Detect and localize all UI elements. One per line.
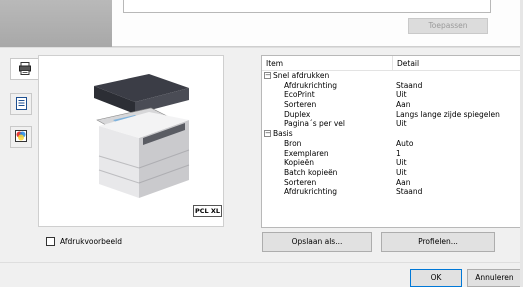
top-inner-box [123, 0, 491, 13]
checkbox-box[interactable] [46, 237, 55, 246]
header-item: Item [262, 56, 393, 70]
footer-separator [0, 262, 523, 263]
row-item: Batch kopieën [284, 167, 338, 177]
color-tab[interactable] [10, 126, 32, 148]
profiles-button[interactable]: Profielen... [381, 232, 495, 252]
row-detail: Uit [396, 158, 407, 168]
group-row[interactable]: − Basis [262, 129, 522, 139]
table-row[interactable]: Afdrukrichting Staand [262, 81, 522, 91]
checkbox-label: Afdrukvoorbeeld [60, 237, 122, 246]
collapse-icon[interactable]: − [264, 72, 271, 80]
group-row[interactable]: − Snel afdrukken [262, 71, 522, 81]
row-item: Kopieën [284, 158, 314, 168]
table-row[interactable]: Sorteren Aan [262, 100, 522, 110]
table-header: Item Detail [262, 56, 522, 71]
header-detail: Detail [397, 59, 420, 68]
row-detail: Langs lange zijde spiegelen [396, 109, 500, 119]
document-tab[interactable] [10, 93, 32, 115]
color-icon [15, 130, 27, 144]
table-row[interactable]: Batch kopieën Uit [262, 168, 522, 178]
row-item: Exemplaren [284, 148, 329, 158]
table-row[interactable]: Kopieën Uit [262, 158, 522, 168]
row-item: EcoPrint [284, 90, 315, 100]
apply-button[interactable]: Toepassen [408, 18, 488, 34]
table-row[interactable]: Afdrukrichting Staand [262, 187, 522, 197]
row-item: Sorteren [284, 177, 317, 187]
row-detail: Staand [396, 187, 423, 197]
row-detail: Aan [396, 177, 411, 187]
ok-button[interactable]: OK [410, 269, 462, 287]
separator [0, 47, 523, 48]
printer-image [94, 74, 190, 198]
row-item: Afdrukrichting [284, 80, 338, 90]
save-as-button[interactable]: Opslaan als... [262, 232, 372, 252]
table-row[interactable]: Duplex Langs lange zijde spiegelen [262, 110, 522, 120]
settings-table[interactable]: Item Detail − Snel afdrukken Afdrukrichti… [261, 55, 523, 228]
row-item: Sorteren [284, 100, 317, 110]
group-label: Basis [273, 129, 293, 139]
table-row[interactable]: Sorteren Aan [262, 178, 522, 188]
table-row[interactable]: EcoPrint Uit [262, 90, 522, 100]
row-detail: Aan [396, 100, 411, 110]
row-item: Duplex [284, 109, 311, 119]
cancel-button[interactable]: Annuleren [467, 269, 522, 287]
row-detail: 1 [396, 148, 401, 158]
table-row[interactable]: Exemplaren 1 [262, 149, 522, 159]
top-left-panel [0, 0, 112, 47]
printer-settings-tab[interactable] [10, 58, 39, 80]
pcl-xl-badge: PCL XL [193, 205, 222, 217]
row-detail: Auto [396, 138, 414, 148]
document-icon [15, 96, 27, 112]
printer-preview [38, 55, 224, 227]
row-detail: Staand [396, 80, 423, 90]
row-detail: Uit [396, 167, 407, 177]
group-label: Snel afdrukken [273, 71, 330, 80]
row-detail: Uit [396, 119, 407, 129]
print-preview-checkbox[interactable]: Afdrukvoorbeeld [46, 237, 122, 246]
row-detail: Uit [396, 90, 407, 100]
table-row[interactable]: Pagina´s per vel Uit [262, 119, 522, 129]
printer-icon [19, 61, 31, 77]
row-item: Bron [284, 138, 302, 148]
row-item: Pagina´s per vel [284, 119, 345, 129]
collapse-icon[interactable]: − [264, 130, 271, 138]
table-row[interactable]: Bron Auto [262, 139, 522, 149]
row-item: Afdrukrichting [284, 187, 338, 197]
